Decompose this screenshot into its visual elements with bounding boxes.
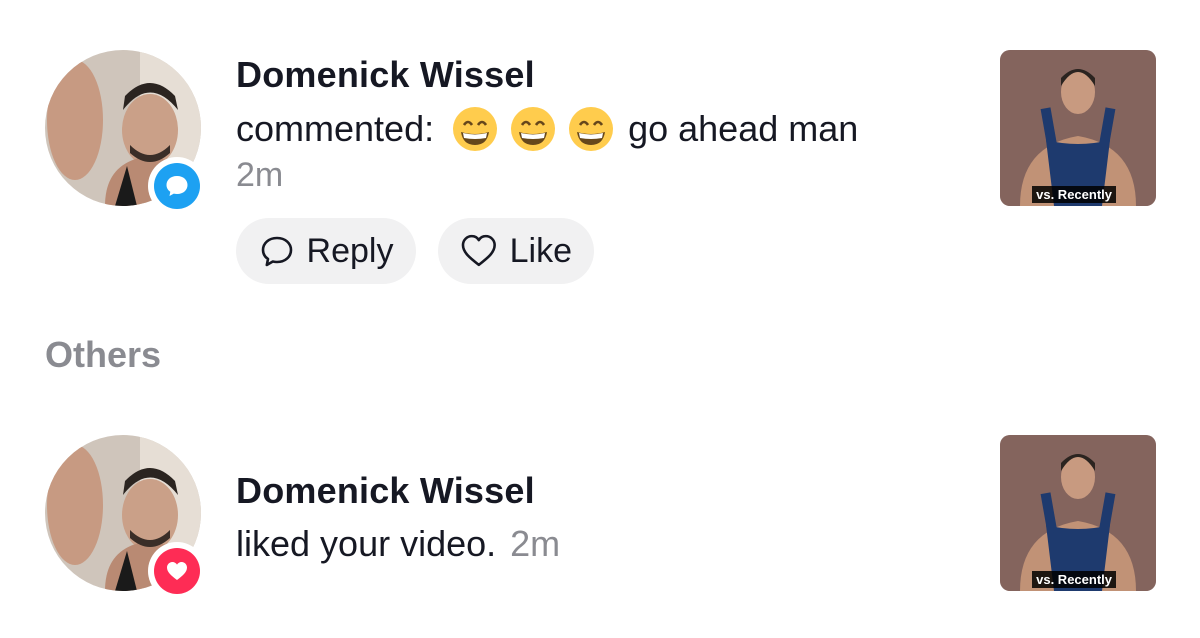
comment-text: go ahead man bbox=[628, 108, 859, 149]
comment-line: commented: go ahead man bbox=[236, 106, 858, 152]
video-thumbnail[interactable]: vs. Recently bbox=[1000, 435, 1156, 591]
video-thumbnail[interactable]: vs. Recently bbox=[1000, 50, 1156, 206]
heart-icon bbox=[167, 562, 187, 580]
user-name[interactable]: Domenick Wissel bbox=[236, 54, 535, 96]
action-text: liked your video. bbox=[236, 523, 497, 564]
grinning-face-emoji-icon bbox=[452, 106, 498, 152]
comment-icon bbox=[166, 176, 188, 196]
reply-button[interactable]: Reply bbox=[236, 218, 416, 284]
thumbnail-caption: vs. Recently bbox=[1032, 571, 1116, 588]
thumbnail-caption: vs. Recently bbox=[1032, 186, 1116, 203]
grinning-face-emoji-icon bbox=[568, 106, 614, 152]
reply-label: Reply bbox=[306, 231, 394, 270]
section-title: Others bbox=[45, 334, 162, 375]
comment-badge bbox=[148, 157, 206, 215]
like-button[interactable]: Like bbox=[438, 218, 594, 284]
action-line: liked your video. 2m bbox=[236, 523, 560, 565]
heart-outline-icon bbox=[461, 234, 496, 267]
action-prefix: commented: bbox=[236, 108, 435, 149]
user-name[interactable]: Domenick Wissel bbox=[236, 470, 535, 512]
reply-icon bbox=[261, 236, 292, 267]
grinning-face-emoji-icon bbox=[510, 106, 556, 152]
like-label: Like bbox=[509, 231, 572, 270]
like-badge bbox=[148, 542, 206, 600]
timestamp: 2m bbox=[510, 523, 561, 564]
timestamp: 2m bbox=[236, 156, 284, 194]
